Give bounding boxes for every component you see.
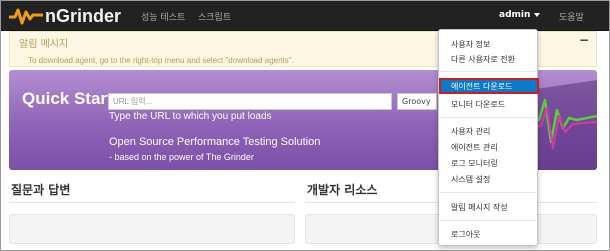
menu-download-agent-label: 에이전트 다운로드 bbox=[451, 82, 513, 91]
hero-tagline: - based on the power of The Grinder bbox=[109, 152, 254, 162]
top-navbar: nGrinder 성능 테스트 스크립트 admin 도움말 bbox=[1, 1, 609, 31]
script-type-select[interactable]: Groovy bbox=[397, 93, 437, 110]
app-window: nGrinder 성능 테스트 스크립트 admin 도움말 알림 메시지 − … bbox=[0, 0, 610, 251]
hero-subtitle: Open Source Performance Testing Solution bbox=[109, 136, 321, 148]
quick-start-title: Quick Start bbox=[22, 89, 113, 108]
menu-divider bbox=[440, 192, 536, 193]
qna-content-box bbox=[9, 214, 295, 244]
logo-text: nGrinder bbox=[45, 6, 122, 26]
user-dropdown-menu: 사용자 정보 다른 사용자로 전환 에이전트 다운로드 모니터 다운로드 사용자… bbox=[438, 29, 539, 246]
menu-divider bbox=[440, 220, 536, 221]
qna-section-title: 질문과 답변 bbox=[11, 183, 71, 197]
menu-divider bbox=[440, 117, 536, 118]
user-menu-toggle[interactable]: admin bbox=[499, 10, 541, 20]
nav-script[interactable]: 스크립트 bbox=[198, 10, 231, 23]
url-input[interactable] bbox=[108, 93, 392, 110]
menu-switch-user[interactable]: 다른 사용자로 전환 bbox=[451, 54, 515, 65]
caret-down-icon bbox=[534, 12, 541, 17]
qna-divider bbox=[9, 202, 295, 203]
menu-divider bbox=[440, 71, 536, 72]
menu-agent-management[interactable]: 에이전트 관리 bbox=[451, 142, 498, 153]
menu-system-config[interactable]: 시스템 설정 bbox=[451, 174, 490, 185]
menu-logout[interactable]: 로그아웃 bbox=[451, 229, 480, 240]
nav-performance-test[interactable]: 성능 테스트 bbox=[141, 10, 185, 23]
dev-resources-section-title: 개발자 리소스 bbox=[307, 183, 378, 197]
ngrinder-logo[interactable]: nGrinder bbox=[9, 5, 121, 27]
menu-user-info[interactable]: 사용자 정보 bbox=[451, 39, 490, 50]
menu-download-monitor[interactable]: 모니터 다운로드 bbox=[451, 99, 505, 110]
hero-graph-art bbox=[529, 80, 597, 170]
collapse-button[interactable]: − bbox=[579, 33, 589, 47]
menu-write-notice[interactable]: 알림 메시지 작성 bbox=[451, 202, 508, 213]
menu-log-monitoring[interactable]: 로그 모니터링 bbox=[451, 158, 498, 169]
menu-download-agent[interactable]: 에이전트 다운로드 bbox=[439, 78, 539, 94]
username: admin bbox=[499, 10, 531, 20]
nav-help[interactable]: 도움말 bbox=[559, 10, 584, 23]
notice-title: 알림 메시지 bbox=[19, 39, 69, 50]
menu-user-management[interactable]: 사용자 관리 bbox=[451, 126, 490, 137]
notice-text: To download agent, go to the right-top m… bbox=[28, 56, 294, 65]
url-hint: Type the URL to which you put loads bbox=[109, 111, 272, 122]
logo-wave-icon bbox=[9, 8, 43, 25]
